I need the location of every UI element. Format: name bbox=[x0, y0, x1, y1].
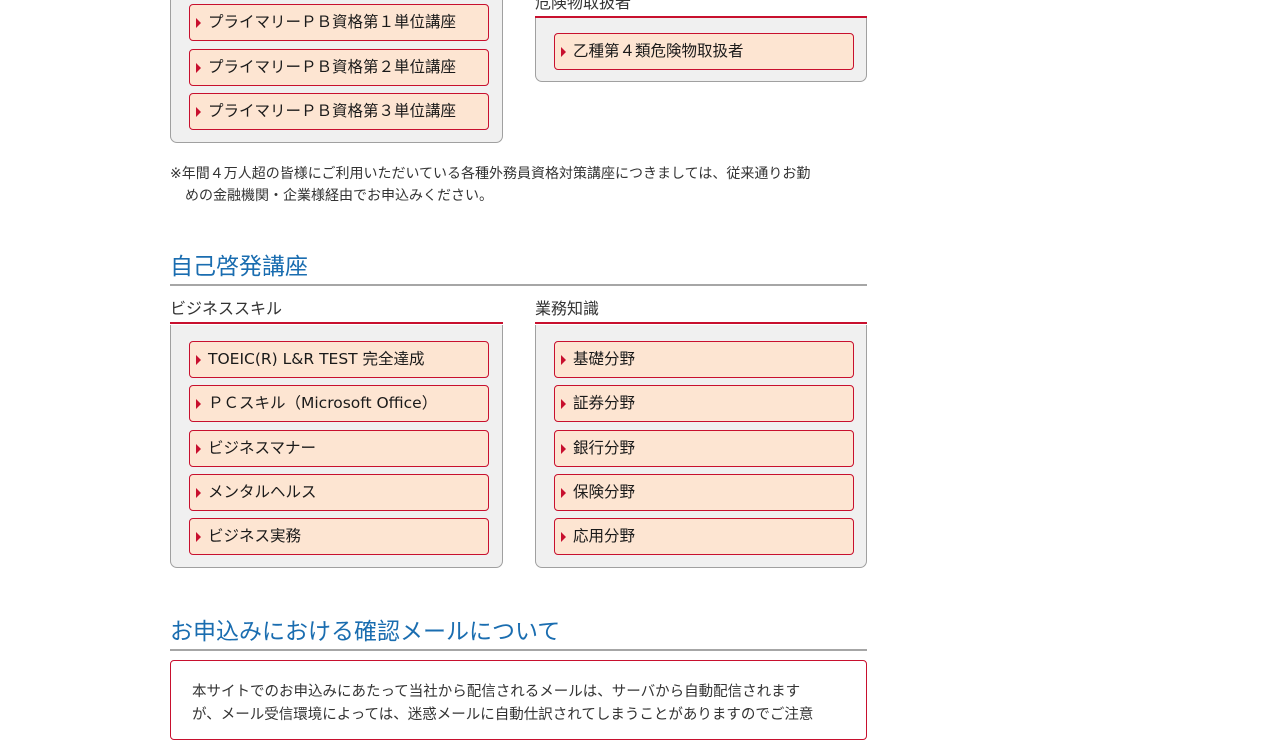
arrow-right-icon bbox=[196, 63, 201, 73]
arrow-right-icon bbox=[561, 47, 566, 57]
arrow-right-icon bbox=[196, 107, 201, 117]
business-knowledge-box: 基礎分野 証券分野 銀行分野 保険分野 応用分野 bbox=[535, 325, 867, 568]
business-skills-title: ビジネススキル bbox=[170, 299, 503, 324]
button-label: 乙種第４類危険物取扱者 bbox=[573, 42, 744, 60]
business-skills-box: TOEIC(R) L&R TEST 完全達成 ＰＣスキル（Microsoft O… bbox=[170, 325, 503, 568]
arrow-right-icon bbox=[561, 355, 566, 365]
confirmation-mail-title: お申込みにおける確認メールについて bbox=[170, 618, 867, 651]
business-practice-button[interactable]: ビジネス実務 bbox=[189, 518, 489, 555]
button-label: 証券分野 bbox=[573, 394, 636, 412]
button-label: 基礎分野 bbox=[573, 350, 636, 368]
button-label: TOEIC(R) L&R TEST 完全達成 bbox=[208, 350, 425, 368]
arrow-right-icon bbox=[196, 399, 201, 409]
confirmation-mail-box: 本サイトでのお申込みにあたって当社から配信されるメールは、サーバから自動配信され… bbox=[170, 660, 867, 740]
toeic-button[interactable]: TOEIC(R) L&R TEST 完全達成 bbox=[189, 341, 489, 378]
arrow-right-icon bbox=[196, 444, 201, 454]
self-development-title: 自己啓発講座 bbox=[170, 253, 867, 286]
pc-skill-button[interactable]: ＰＣスキル（Microsoft Office） bbox=[189, 385, 489, 422]
business-knowledge-title: 業務知識 bbox=[535, 299, 867, 324]
hazardous-category-title: 危険物取扱者 bbox=[535, 0, 867, 18]
button-label: ビジネスマナー bbox=[208, 439, 317, 457]
button-label: ビジネス実務 bbox=[208, 527, 302, 545]
button-label: 銀行分野 bbox=[573, 439, 636, 457]
pb-course-button-2[interactable]: プライマリーＰＢ資格第２単位講座 bbox=[189, 49, 489, 86]
insurance-field-button[interactable]: 保険分野 bbox=[554, 474, 854, 511]
securities-field-button[interactable]: 証券分野 bbox=[554, 385, 854, 422]
applied-field-button[interactable]: 応用分野 bbox=[554, 518, 854, 555]
hazardous-box: 乙種第４類危険物取扱者 bbox=[535, 18, 867, 82]
arrow-right-icon bbox=[561, 444, 566, 454]
arrow-right-icon bbox=[561, 399, 566, 409]
pb-course-button-1[interactable]: プライマリーＰＢ資格第１単位講座 bbox=[189, 4, 489, 41]
arrow-right-icon bbox=[196, 355, 201, 365]
note-line-1: ※年間４万人超の皆様にご利用いただいている各種外務員資格対策講座につきましては、… bbox=[170, 166, 811, 182]
arrow-right-icon bbox=[561, 488, 566, 498]
pb-course-button-3[interactable]: プライマリーＰＢ資格第３単位講座 bbox=[189, 93, 489, 130]
arrow-right-icon bbox=[196, 532, 201, 542]
button-label: 応用分野 bbox=[573, 527, 636, 545]
banking-field-button[interactable]: 銀行分野 bbox=[554, 430, 854, 467]
hazardous-button-1[interactable]: 乙種第４類危険物取扱者 bbox=[554, 33, 854, 70]
arrow-right-icon bbox=[196, 488, 201, 498]
mail-line-1: 本サイトでのお申込みにあたって当社から配信されるメールは、サーバから自動配信され… bbox=[192, 684, 801, 700]
button-label: メンタルヘルス bbox=[208, 483, 317, 501]
arrow-right-icon bbox=[561, 532, 566, 542]
mail-line-2: が、メール受信環境によっては、迷惑メールに自動仕訳されてしまうことがありますので… bbox=[192, 707, 814, 723]
button-label: プライマリーＰＢ資格第２単位講座 bbox=[208, 58, 457, 76]
button-label: プライマリーＰＢ資格第３単位講座 bbox=[208, 102, 457, 120]
button-label: プライマリーＰＢ資格第１単位講座 bbox=[208, 13, 457, 31]
arrow-right-icon bbox=[196, 18, 201, 28]
note-line-2: めの金融機関・企業様経由でお申込みください。 bbox=[185, 188, 493, 204]
business-manner-button[interactable]: ビジネスマナー bbox=[189, 430, 489, 467]
button-label: ＰＣスキル（Microsoft Office） bbox=[208, 394, 438, 412]
course-note: ※年間４万人超の皆様にご利用いただいている各種外務員資格対策講座につきましては、… bbox=[170, 163, 870, 207]
mental-health-button[interactable]: メンタルヘルス bbox=[189, 474, 489, 511]
basic-field-button[interactable]: 基礎分野 bbox=[554, 341, 854, 378]
button-label: 保険分野 bbox=[573, 483, 636, 501]
pb-course-box: プライマリーＰＢ資格第１単位講座 プライマリーＰＢ資格第２単位講座 プライマリー… bbox=[170, 0, 503, 143]
